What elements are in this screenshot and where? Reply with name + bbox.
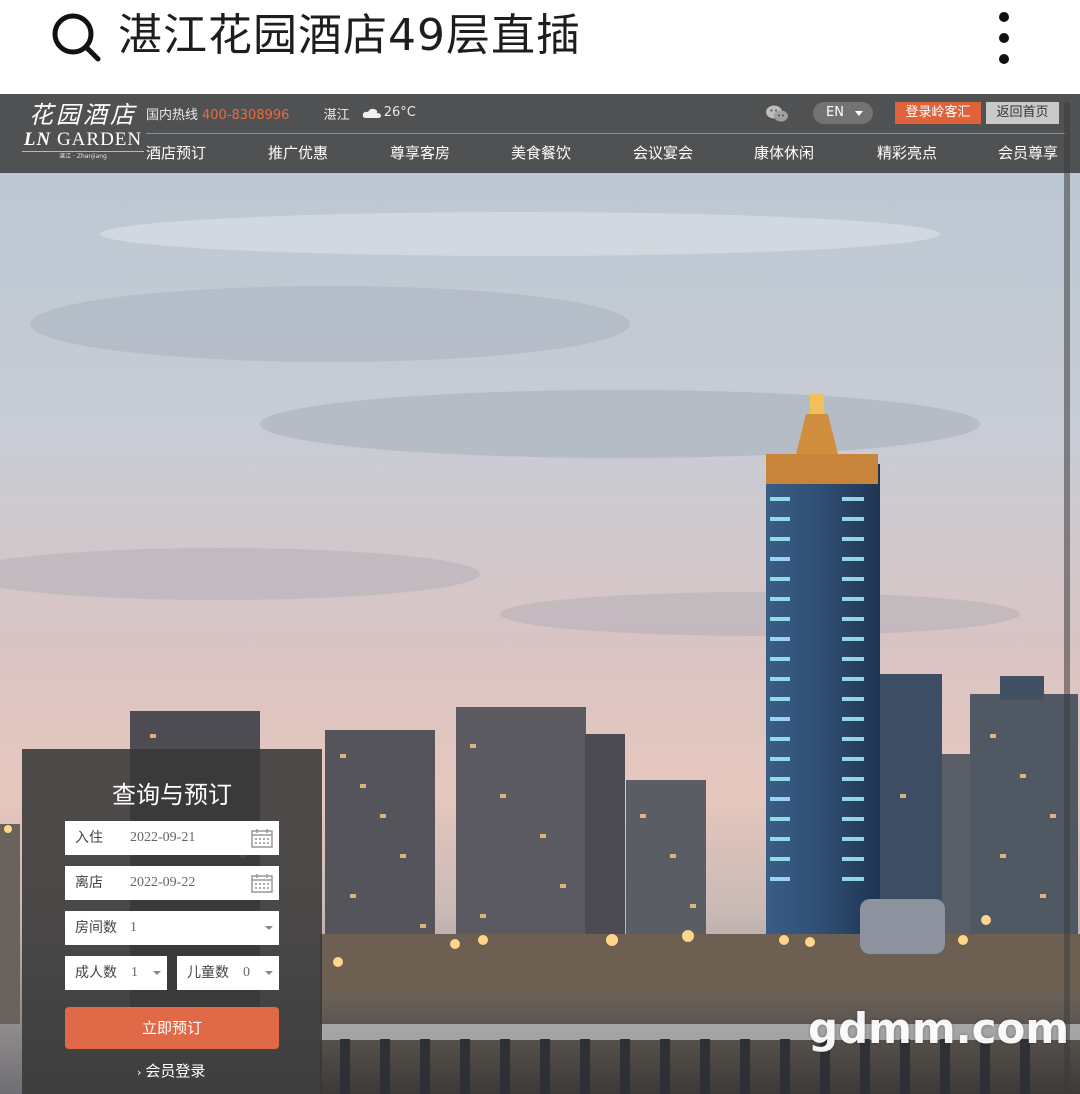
- temperature: 26°C: [383, 105, 416, 120]
- logo-english: LN GARDEN: [22, 129, 144, 152]
- watermark: gdmm.com: [808, 1004, 1070, 1053]
- header-divider: [146, 133, 1066, 134]
- checkout-label: 离店: [75, 875, 103, 891]
- checkout-field[interactable]: 离店 2022-09-22: [65, 866, 279, 900]
- caret-down-icon: [265, 971, 273, 975]
- header-info: 国内热线 400-8308996 湛江 26°C: [146, 104, 416, 123]
- hotline-number[interactable]: 400-8308996: [202, 108, 289, 123]
- nav-dining[interactable]: 美食餐饮: [511, 142, 571, 164]
- calendar-icon[interactable]: [251, 873, 273, 893]
- rooms-select[interactable]: 房间数 1: [65, 911, 279, 945]
- rooms-value: 1: [130, 920, 137, 935]
- nav-rooms[interactable]: 尊享客房: [390, 142, 450, 164]
- book-now-button[interactable]: 立即预订: [65, 1007, 279, 1049]
- more-vertical-icon[interactable]: [990, 8, 1020, 68]
- language-value: EN: [826, 105, 844, 120]
- search-query[interactable]: 湛江花园酒店49层直插: [118, 4, 581, 68]
- adults-label: 成人数: [75, 965, 117, 981]
- children-value: 0: [243, 965, 250, 980]
- nav-membership[interactable]: 会员尊享: [998, 142, 1058, 164]
- hotel-logo[interactable]: 花园酒店 LN GARDEN 湛江 · Zhanjiang: [22, 100, 144, 166]
- city-label: 湛江: [323, 108, 350, 123]
- language-select[interactable]: EN: [813, 102, 873, 124]
- logo-chinese: 花园酒店: [29, 101, 137, 129]
- checkin-label: 入住: [75, 830, 103, 846]
- checkout-value: 2022-09-22: [130, 875, 196, 890]
- logo-city: 湛江 · Zhanjiang: [59, 153, 107, 160]
- nav-promotions[interactable]: 推广优惠: [268, 142, 328, 164]
- adults-value: 1: [131, 965, 138, 980]
- member-login-label: 会员登录: [145, 1062, 206, 1080]
- search-icon[interactable]: [48, 9, 104, 65]
- page-scrollbar[interactable]: [1064, 102, 1070, 1092]
- member-login-link[interactable]: › 会员登录: [137, 1061, 205, 1083]
- calendar-icon[interactable]: [251, 828, 273, 848]
- nav-meetings[interactable]: 会议宴会: [633, 142, 693, 164]
- search-bar: 湛江花园酒店49层直插: [0, 0, 1080, 94]
- wechat-icon[interactable]: [765, 104, 789, 124]
- site-header: 花园酒店 LN GARDEN 湛江 · Zhanjiang 国内热线 400-83…: [0, 94, 1080, 173]
- children-select[interactable]: 儿童数 0: [177, 956, 279, 990]
- login-button[interactable]: 登录岭客汇: [895, 102, 981, 124]
- caret-down-icon: [265, 926, 273, 930]
- caret-down-icon: [153, 971, 161, 975]
- adults-select[interactable]: 成人数 1: [65, 956, 167, 990]
- weather: 26°C: [362, 104, 416, 122]
- rooms-label: 房间数: [75, 920, 117, 936]
- children-label: 儿童数: [187, 965, 229, 981]
- booking-title: 查询与预订: [112, 781, 232, 809]
- home-button[interactable]: 返回首页: [986, 102, 1059, 124]
- hotline-label: 国内热线: [146, 108, 199, 123]
- caret-down-icon: [855, 111, 863, 116]
- booking-panel: 查询与预订 入住 2022-09-21 离店 2022-09-22 房间数 1 …: [22, 749, 322, 1094]
- nav-wellness[interactable]: 康体休闲: [754, 142, 814, 164]
- checkin-value: 2022-09-21: [130, 830, 196, 845]
- cloud-icon: [362, 108, 381, 118]
- chevron-right-icon: ›: [137, 1066, 142, 1079]
- checkin-field[interactable]: 入住 2022-09-21: [65, 821, 279, 855]
- nav-highlights[interactable]: 精彩亮点: [877, 142, 937, 164]
- hotel-site: 花园酒店 LN GARDEN 湛江 · Zhanjiang 国内热线 400-83…: [0, 94, 1080, 1094]
- nav-hotel-booking[interactable]: 酒店预订: [146, 142, 206, 164]
